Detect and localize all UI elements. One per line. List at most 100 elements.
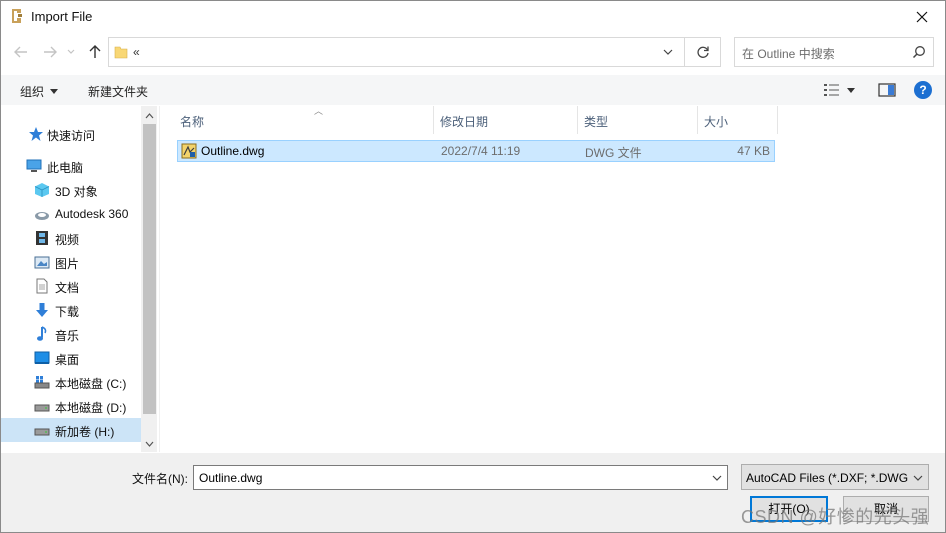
- pc-icon: [26, 159, 42, 172]
- close-icon: [916, 11, 928, 22]
- nav-item-quick-access[interactable]: 快速访问: [1, 122, 141, 146]
- caret-down-icon: [847, 87, 855, 93]
- file-type-filter[interactable]: AutoCAD Files (*.DXF; *.DWG: [741, 464, 929, 490]
- cube-3d-icon: [34, 183, 50, 197]
- nav-item-drive-d[interactable]: 本地磁盘 (D:): [1, 394, 141, 418]
- chevron-down-icon: [912, 472, 924, 484]
- nav-item-drive-h[interactable]: 新加卷 (H:): [1, 418, 141, 442]
- cloud-icon: [35, 212, 49, 220]
- arrow-left-icon: [14, 46, 27, 58]
- nav-item-this-pc[interactable]: 此电脑: [1, 154, 141, 178]
- refresh-button[interactable]: [685, 37, 721, 67]
- details-view-icon: [824, 84, 839, 96]
- filter-value: AutoCAD Files (*.DXF; *.DWG: [746, 471, 909, 485]
- chevron-down-icon: [145, 441, 153, 447]
- download-arrow-icon: [36, 303, 48, 317]
- close-button[interactable]: [899, 1, 945, 32]
- search-input[interactable]: 在 Outline 中搜索: [742, 45, 835, 62]
- search-icon[interactable]: [912, 45, 926, 59]
- drive-icon: [34, 404, 50, 412]
- back-button[interactable]: [10, 41, 32, 63]
- nav-label: 3D 对象: [55, 185, 98, 199]
- autocad-app-icon: [12, 9, 22, 23]
- scroll-thumb[interactable]: [143, 124, 156, 414]
- column-label: 大小: [704, 115, 729, 129]
- filename-label: 文件名(N):: [132, 472, 188, 486]
- filename-value[interactable]: Outline.dwg: [199, 471, 262, 485]
- address-path: «: [133, 45, 140, 59]
- command-toolbar: 组织 新建文件夹 ?: [1, 75, 945, 105]
- nav-item-music[interactable]: 音乐: [1, 322, 141, 346]
- scroll-down-button[interactable]: [141, 436, 157, 452]
- watermark-text: CSDN @好惨的先头强: [741, 507, 930, 527]
- folder-icon: [114, 46, 128, 59]
- caret-down-icon: [50, 89, 59, 94]
- film-icon: [36, 231, 48, 245]
- filename-field[interactable]: Outline.dwg: [193, 465, 728, 490]
- music-note-icon: [37, 326, 47, 341]
- new-folder-button[interactable]: 新建文件夹: [88, 83, 148, 100]
- chevron-down-icon[interactable]: [711, 472, 723, 484]
- chevron-up-icon: [145, 113, 153, 119]
- nav-item-autodesk-360[interactable]: Autodesk 360: [1, 202, 141, 226]
- column-header-type[interactable]: 类型: [578, 106, 698, 134]
- nav-item-downloads[interactable]: 下载: [1, 298, 141, 322]
- file-name: Outline.dwg: [201, 144, 265, 158]
- preview-pane-icon[interactable]: [878, 82, 896, 98]
- new-folder-label: 新建文件夹: [88, 85, 149, 99]
- column-label: 修改日期: [440, 115, 489, 129]
- chevron-down-icon[interactable]: [662, 46, 674, 58]
- forward-button[interactable]: [39, 41, 61, 63]
- file-modified: 2022/7/4 11:19: [441, 144, 521, 158]
- nav-item-videos[interactable]: 视频: [1, 226, 141, 250]
- file-size: 47 KB: [737, 144, 770, 158]
- nav-label: 音乐: [55, 329, 80, 343]
- drive-c-icon: [34, 376, 50, 389]
- nav-label: 图片: [55, 257, 80, 271]
- column-header-size[interactable]: 大小: [698, 106, 778, 134]
- window-title: Import File: [31, 9, 93, 24]
- nav-label: 桌面: [55, 353, 80, 367]
- help-icon[interactable]: ?: [914, 81, 932, 99]
- refresh-icon: [696, 46, 709, 58]
- chevron-down-icon: [67, 49, 75, 54]
- column-label: 类型: [584, 115, 609, 129]
- drive-icon: [34, 428, 50, 436]
- up-button[interactable]: [84, 41, 106, 63]
- file-list: ︿ 名称 修改日期 类型 大小 Outline.dwg 2022/7/4 11:…: [159, 106, 945, 452]
- pin-star-icon: [29, 127, 43, 141]
- column-label: 名称: [180, 115, 205, 129]
- change-view-button[interactable]: [823, 82, 861, 98]
- column-header-name[interactable]: ︿ 名称: [174, 106, 434, 134]
- nav-item-drive-c[interactable]: 本地磁盘 (C:): [1, 370, 141, 394]
- dialog-footer: 文件名(N): Outline.dwg AutoCAD Files (*.DXF…: [1, 453, 945, 532]
- arrow-right-icon: [44, 46, 57, 58]
- nav-label: 快速访问: [47, 129, 96, 143]
- address-bar[interactable]: «: [108, 37, 685, 67]
- recent-locations-button[interactable]: [63, 41, 79, 63]
- nav-item-3d-objects[interactable]: 3D 对象: [1, 178, 141, 202]
- search-box[interactable]: 在 Outline 中搜索: [734, 37, 934, 67]
- nav-item-pictures[interactable]: 图片: [1, 250, 141, 274]
- picture-icon: [34, 256, 50, 269]
- nav-item-documents[interactable]: 文档: [1, 274, 141, 298]
- column-header-modified[interactable]: 修改日期: [434, 106, 578, 134]
- organize-menu[interactable]: 组织: [20, 83, 59, 100]
- arrow-up-icon: [89, 45, 101, 58]
- sort-ascending-icon: ︿: [314, 106, 324, 116]
- scroll-up-button[interactable]: [141, 108, 157, 124]
- nav-item-desktop[interactable]: 桌面: [1, 346, 141, 370]
- file-type: DWG 文件: [585, 146, 642, 160]
- nav-label: 新加卷 (H:): [55, 425, 115, 439]
- nav-label: 下载: [55, 305, 80, 319]
- nav-label: Autodesk 360: [55, 207, 129, 221]
- desktop-icon: [34, 351, 50, 364]
- dwg-file-icon: [181, 143, 197, 159]
- document-icon: [36, 278, 48, 294]
- title-bar: Import File: [1, 1, 945, 33]
- nav-label: 本地磁盘 (D:): [55, 401, 127, 415]
- nav-label: 文档: [55, 281, 80, 295]
- import-file-dialog: Import File « 在 Outline 中搜索 组织 新建文件夹 ? 快…: [0, 0, 946, 533]
- file-row[interactable]: Outline.dwg 2022/7/4 11:19 DWG 文件 47 KB: [177, 140, 775, 162]
- navigation-pane: 快速访问 此电脑 3D 对象 Autodesk 360 视频 图片 文档 下载: [1, 106, 157, 452]
